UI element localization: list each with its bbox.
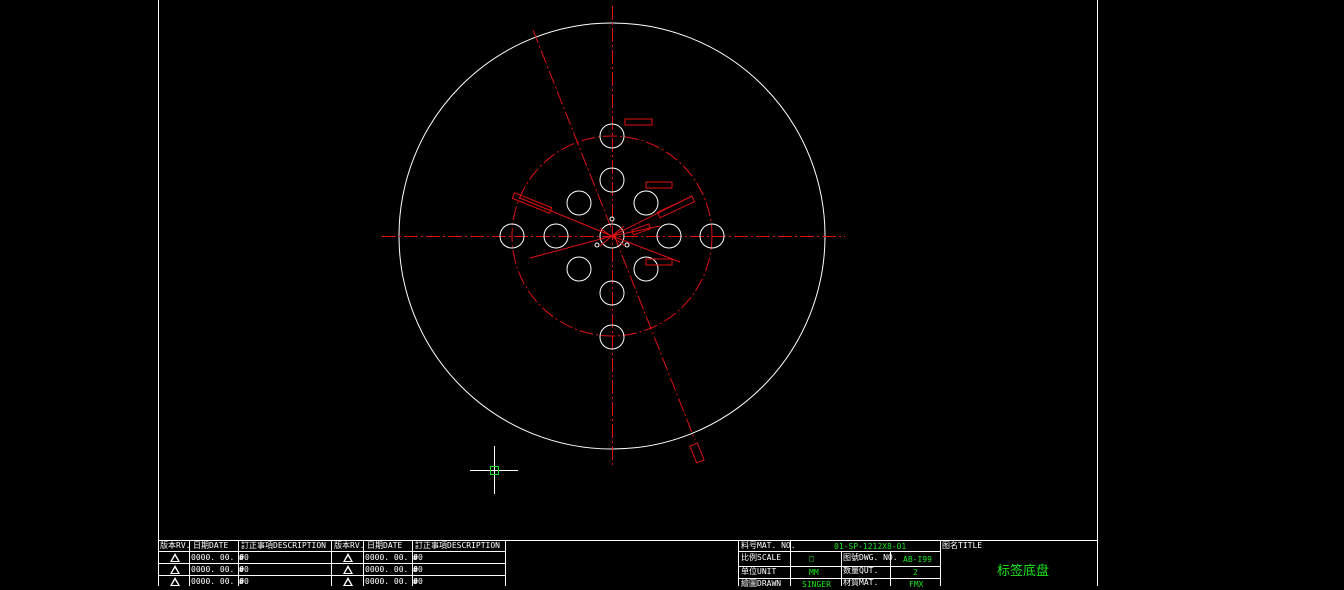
rev-mark: #: [413, 553, 418, 562]
drawing-frame: [158, 0, 1098, 586]
unit-label: 单位UNIT: [741, 567, 777, 576]
drawn-value: SINGER: [802, 580, 831, 589]
rev-header-version-1: 版本RV.: [160, 541, 191, 550]
rev-mark: #: [239, 553, 244, 562]
hole-lower-left: [566, 256, 592, 282]
rev-header-date-1: 日期DATE: [193, 541, 229, 550]
revision-triangle-icon: [343, 553, 353, 562]
qty-value: 2: [913, 568, 918, 577]
dim-tag-3: [656, 195, 696, 219]
crosshair-cursor-icon: [470, 446, 518, 494]
dim-tag-6: [645, 258, 673, 266]
rev-mark: #: [413, 565, 418, 574]
hole-upper-left: [566, 190, 592, 216]
drawing-title: 标签底盘: [997, 564, 1050, 579]
unit-value: MM: [809, 568, 819, 577]
dwg-no-value: AB-I99: [903, 555, 932, 564]
dwg-no-label: 图號DWG. NO.: [843, 553, 898, 562]
rev-header-date-2: 日期DATE: [367, 541, 403, 550]
pin-hole-left: [594, 242, 600, 248]
title-label: 图名TITLE: [942, 541, 983, 550]
revision-triangle-icon: [343, 565, 353, 574]
qty-label: 数量QUT.: [843, 566, 879, 575]
revision-triangle-icon: [170, 553, 180, 562]
mat-no-value: 01-SP-1212X8-01: [834, 542, 907, 551]
material-label: 材質MAT.: [843, 578, 879, 587]
dimension-annotations: [511, 118, 705, 464]
dim-tag-7: [689, 442, 705, 464]
rev-mark: #: [239, 565, 244, 574]
rev-header-version-2: 版本RV.: [334, 541, 365, 550]
revision-triangle-icon: [170, 577, 180, 586]
mat-no-label: 料号MAT. NO.: [741, 541, 796, 550]
revision-triangle-icon: [170, 565, 180, 574]
dim-tag-1: [624, 118, 653, 126]
drawn-label: 繪圖DRAWN: [741, 579, 782, 588]
cad-drawing-canvas[interactable]: [0, 0, 1344, 586]
scale-label: 比例SCALE: [741, 553, 782, 562]
material-value: FMX: [909, 580, 924, 589]
rev-header-description-1: 訂正事項DESCRIPTION: [241, 541, 326, 550]
revision-triangle-icon: [343, 577, 353, 586]
dim-tag-2: [645, 181, 673, 189]
hole-upper-right: [633, 190, 659, 216]
pin-hole-right: [624, 242, 630, 248]
scale-value: □: [809, 554, 814, 563]
rev-header-description-2: 訂正事項DESCRIPTION: [415, 541, 500, 550]
